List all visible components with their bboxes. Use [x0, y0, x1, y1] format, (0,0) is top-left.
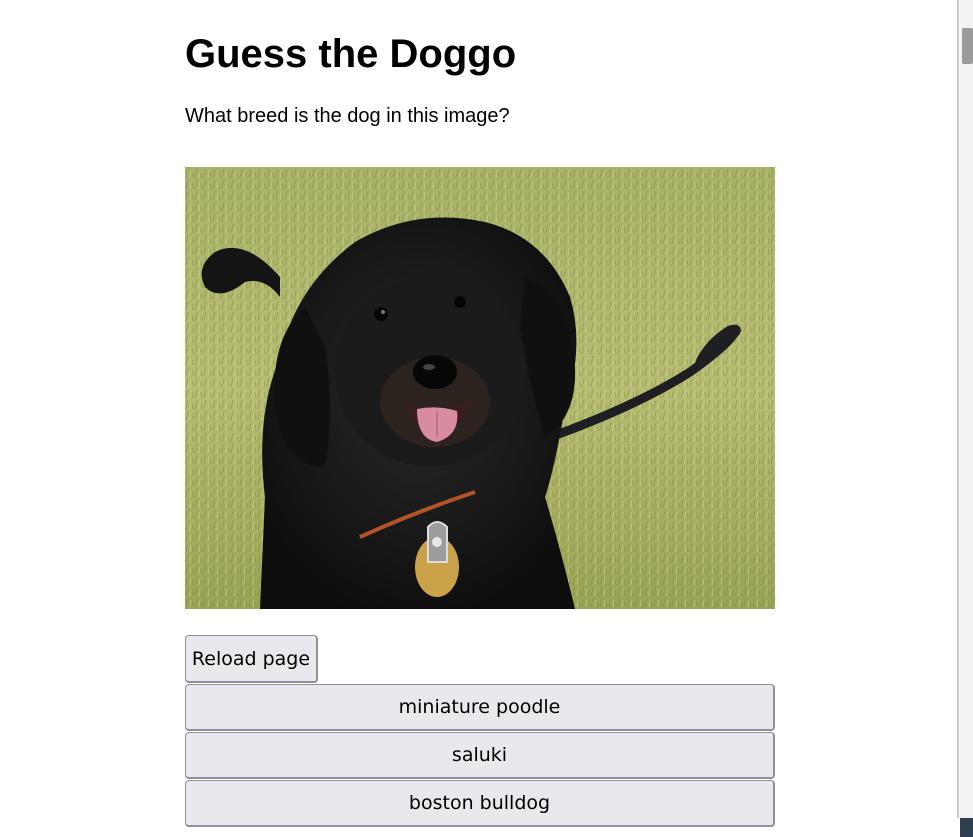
question-text: What breed is the dog in this image? [185, 105, 510, 127]
page-title: Guess the Doggo [185, 32, 517, 76]
dog-photo [185, 167, 775, 609]
reload-page-button[interactable]: Reload page [185, 635, 318, 683]
dog-eye-right [454, 296, 466, 308]
answer-button-miniature-poodle[interactable]: miniature poodle [185, 684, 775, 731]
answer-button-boston-bulldog[interactable]: boston bulldog [185, 780, 775, 827]
vertical-scrollbar[interactable] [960, 0, 973, 837]
answer-button-saluki[interactable]: saluki [185, 732, 775, 779]
window-corner [960, 818, 973, 837]
page-viewport: Guess the Doggo What breed is the dog in… [0, 0, 973, 837]
page-edge-divider [957, 0, 959, 818]
dog-nose [413, 355, 457, 389]
scrollbar-thumb[interactable] [962, 28, 973, 64]
dog-eye-left [374, 307, 388, 321]
